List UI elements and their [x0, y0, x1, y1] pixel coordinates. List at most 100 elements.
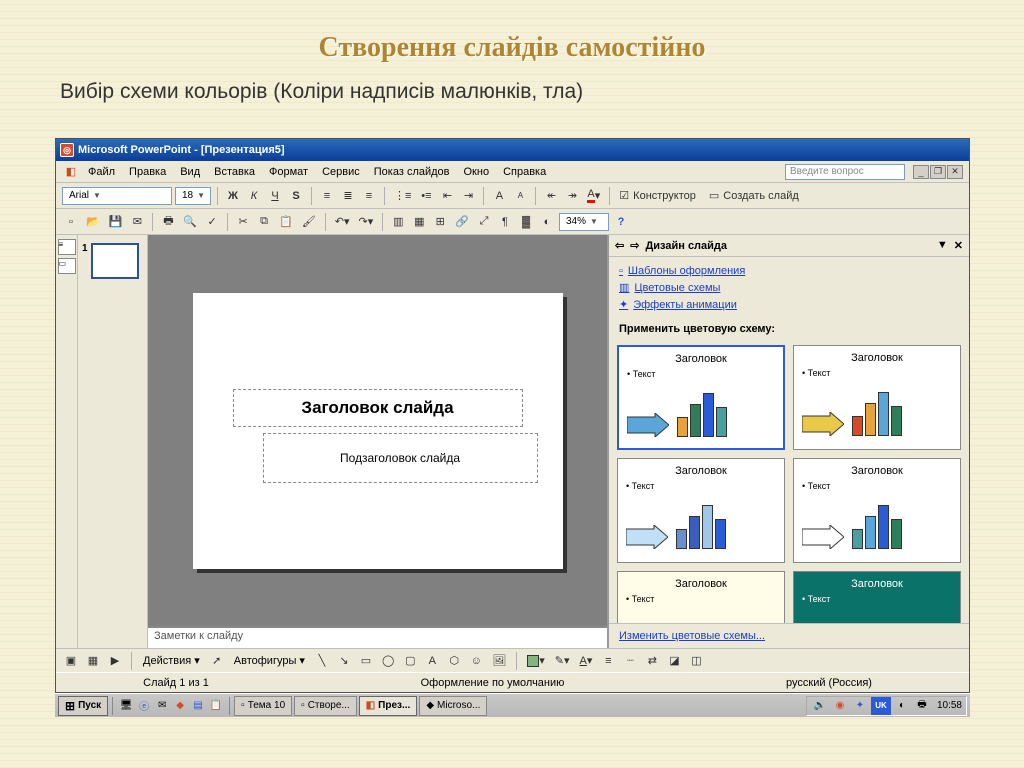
indent-inc-button[interactable]: ⇥: [459, 186, 477, 206]
lang-indicator[interactable]: UK: [871, 697, 891, 715]
wordart-icon[interactable]: A: [423, 651, 441, 671]
scheme-card-4[interactable]: Заголовок • Текст: [793, 458, 961, 563]
new-button[interactable]: ▫: [62, 212, 80, 232]
text-color-button[interactable]: A▾: [577, 651, 596, 671]
start-button[interactable]: ⊞ Пуск: [58, 696, 108, 716]
copy-button[interactable]: ⧉: [255, 212, 273, 232]
font-grow-button[interactable]: A: [490, 186, 508, 206]
menu-help[interactable]: Справка: [497, 164, 552, 180]
link-color-schemes[interactable]: ▥Цветовые схемы: [619, 279, 959, 296]
align-right-button[interactable]: ≡: [360, 186, 378, 206]
font-combo[interactable]: Arial▼: [62, 187, 172, 205]
hyperlink-button[interactable]: 🔗: [452, 212, 472, 232]
menu-file[interactable]: Файл: [82, 164, 121, 180]
line-color-button[interactable]: ✎▾: [552, 651, 573, 671]
back-icon[interactable]: ⇦: [615, 239, 624, 252]
taskpane-close[interactable]: ✕: [954, 239, 963, 252]
tray-icon-4[interactable]: ◐: [893, 697, 911, 715]
task-item-1[interactable]: ▫Тема 10: [234, 696, 292, 716]
task-item-2[interactable]: ▫Створе...: [294, 696, 357, 716]
redo-button[interactable]: ↷▾: [356, 212, 377, 232]
forward-icon[interactable]: ⇨: [630, 239, 639, 252]
arrow-icon[interactable]: ↘: [335, 651, 353, 671]
bullets-button[interactable]: •≡: [417, 186, 435, 206]
grid-button[interactable]: ▓: [517, 212, 535, 232]
notes-pane[interactable]: Заметки к слайду: [148, 626, 607, 648]
shadow-style-button[interactable]: ◪: [665, 651, 683, 671]
view-sorter-button[interactable]: ▦: [84, 651, 102, 671]
line-icon[interactable]: ╲: [313, 651, 331, 671]
scheme-card-5[interactable]: Заголовок • Текст: [617, 571, 785, 623]
desktop-icon[interactable]: 🖥: [117, 697, 135, 715]
actions-menu[interactable]: Действия ▾: [139, 654, 204, 667]
indent-dec-button[interactable]: ⇤: [438, 186, 456, 206]
view-normal-button[interactable]: ▣: [62, 651, 80, 671]
line-style-button[interactable]: ≡: [599, 651, 617, 671]
shadow-button[interactable]: S: [287, 186, 305, 206]
dash-style-button[interactable]: ┈: [621, 651, 639, 671]
subtitle-placeholder[interactable]: Подзаголовок слайда: [263, 433, 538, 483]
picture-icon[interactable]: 🖼: [489, 651, 509, 671]
oval-icon[interactable]: ◯: [379, 651, 397, 671]
spell-button[interactable]: ✓: [203, 212, 221, 232]
scheme-card-1[interactable]: Заголовок • Текст: [617, 345, 785, 450]
menu-window[interactable]: Окно: [458, 164, 496, 180]
tray-icon-2[interactable]: ◉: [831, 697, 849, 715]
menu-view[interactable]: Вид: [174, 164, 206, 180]
app-icon-1[interactable]: ◆: [171, 697, 189, 715]
bold-button[interactable]: Ж: [224, 186, 242, 206]
help-button[interactable]: ?: [612, 212, 630, 232]
menu-edit[interactable]: Правка: [123, 164, 172, 180]
expand-button[interactable]: ⤢: [475, 212, 493, 232]
clipart-icon[interactable]: ☺: [467, 651, 485, 671]
ie-icon[interactable]: ⓔ: [135, 697, 153, 715]
color-toggle-button[interactable]: ◐: [538, 212, 556, 232]
diagram-icon[interactable]: ⬡: [445, 651, 463, 671]
tray-icon-3[interactable]: ✦: [851, 697, 869, 715]
view-show-button[interactable]: ▶: [106, 651, 124, 671]
underline-button[interactable]: Ч: [266, 186, 284, 206]
3d-style-button[interactable]: ◫: [687, 651, 705, 671]
zoom-combo[interactable]: 34%▼: [559, 213, 609, 231]
scheme-card-6[interactable]: Заголовок • Текст: [793, 571, 961, 623]
undo-button[interactable]: ↶▾: [332, 212, 353, 232]
scheme-card-3[interactable]: Заголовок • Текст: [617, 458, 785, 563]
paste-button[interactable]: 📋: [276, 212, 296, 232]
select-icon[interactable]: ➚: [208, 651, 226, 671]
slide-canvas[interactable]: Заголовок слайда Подзаголовок слайда: [148, 235, 607, 626]
link-templates[interactable]: ▫Шаблоны оформления: [619, 263, 959, 279]
arrow-style-button[interactable]: ⇄: [643, 651, 661, 671]
menu-insert[interactable]: Вставка: [208, 164, 261, 180]
taskpane-dropdown[interactable]: ▼: [937, 239, 948, 252]
new-slide-button[interactable]: ▭Создать слайд: [706, 186, 806, 206]
menu-format[interactable]: Формат: [263, 164, 314, 180]
doc-minimize-button[interactable]: _: [913, 165, 929, 179]
task-item-3[interactable]: ◧През...: [359, 696, 418, 716]
textbox-icon[interactable]: ▢: [401, 651, 419, 671]
rect-icon[interactable]: ▭: [357, 651, 375, 671]
save-button[interactable]: 💾: [106, 212, 126, 232]
autoshapes-menu[interactable]: Автофигуры ▾: [230, 654, 309, 667]
thumbnail-1[interactable]: 1: [82, 243, 143, 279]
cut-button[interactable]: ✂: [234, 212, 252, 232]
tray-icon-5[interactable]: 🖶: [913, 697, 931, 715]
scheme-card-2[interactable]: Заголовок • Текст: [793, 345, 961, 450]
show-formatting-button[interactable]: ¶: [496, 212, 514, 232]
preview-button[interactable]: 🔍: [180, 212, 200, 232]
menu-tools[interactable]: Сервис: [316, 164, 366, 180]
slides-tab[interactable]: ▭: [58, 258, 76, 274]
demote-button[interactable]: ↠: [563, 186, 581, 206]
size-combo[interactable]: 18▼: [175, 187, 211, 205]
designer-button[interactable]: ☑Конструктор: [616, 186, 703, 206]
align-center-button[interactable]: ≣: [339, 186, 357, 206]
doc-restore-button[interactable]: ❐: [930, 165, 946, 179]
task-item-4[interactable]: ◆Microso...: [419, 696, 487, 716]
promote-button[interactable]: ↞: [542, 186, 560, 206]
print-button[interactable]: 🖶: [159, 212, 177, 232]
outline-tab[interactable]: ≡: [58, 239, 76, 255]
title-placeholder[interactable]: Заголовок слайда: [233, 389, 523, 427]
menu-slideshow[interactable]: Показ слайдов: [368, 164, 456, 180]
edit-schemes-link[interactable]: Изменить цветовые схемы...: [609, 623, 969, 648]
open-button[interactable]: 📂: [83, 212, 103, 232]
font-color-button[interactable]: A▾: [584, 186, 603, 206]
